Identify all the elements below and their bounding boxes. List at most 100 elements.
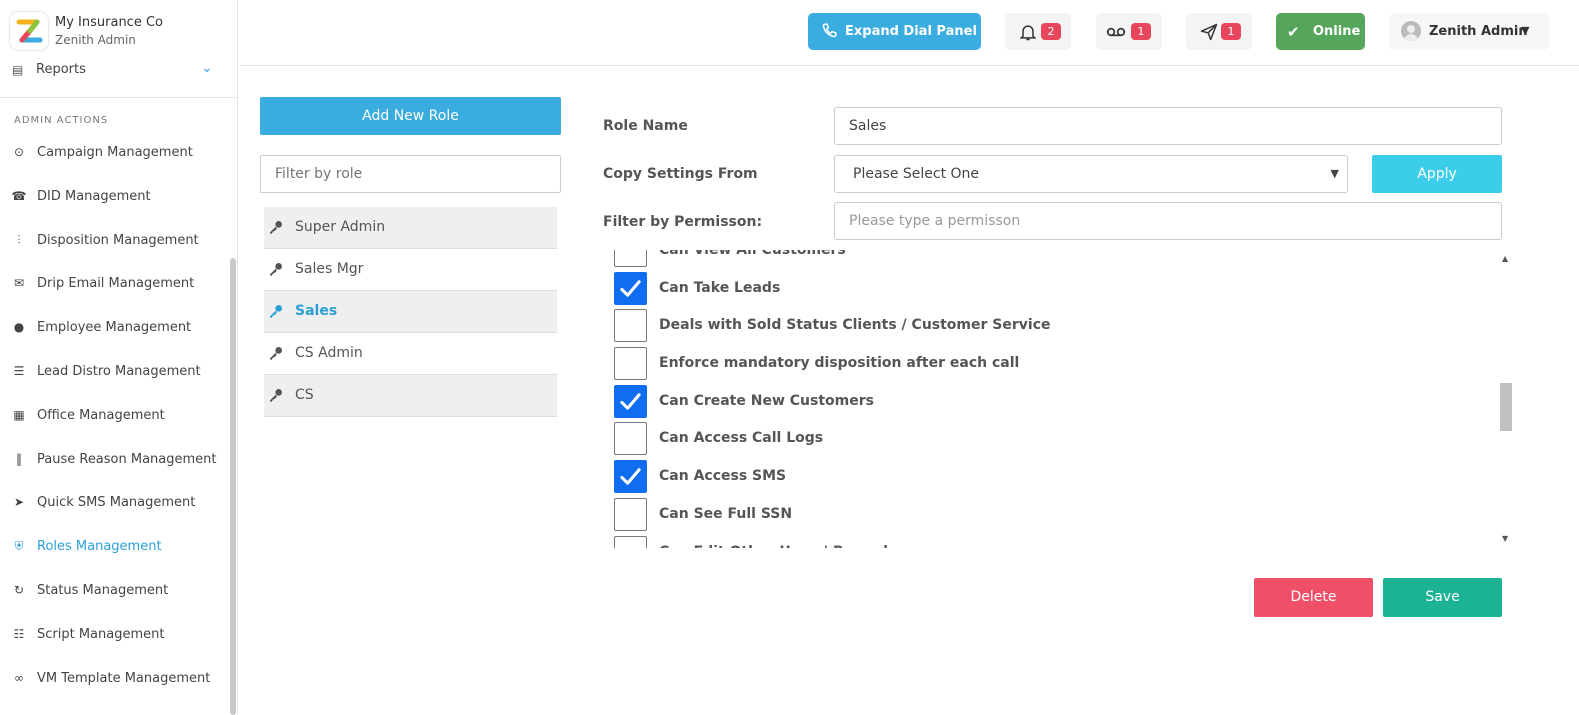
traffic-light-icon: ☰ [13, 364, 25, 378]
role-name-label: Role Name [603, 118, 688, 134]
role-item[interactable]: CS [264, 375, 557, 417]
sidebar-item[interactable]: ✉ Drip Email Management [0, 270, 230, 300]
sidebar-item[interactable]: ☰ Lead Distro Management [0, 358, 230, 388]
filter-permission-input[interactable]: Please type a permisson [834, 202, 1502, 240]
copy-settings-label: Copy Settings From [603, 166, 758, 182]
messages-button[interactable]: 1 [1186, 13, 1252, 50]
sidebar-item[interactable]: ☷ Script Management [0, 621, 230, 651]
sidebar-item[interactable]: ● Employee Management [0, 314, 230, 344]
role-item-label: Sales [295, 303, 338, 319]
permission-checkbox[interactable] [614, 309, 647, 343]
sidebar-item-reports[interactable]: ▤ Reports ⌄ [0, 58, 237, 98]
expand-dial-panel-label: Expand Dial Panel [845, 24, 977, 39]
permission-item: Can Take Leads [603, 270, 1493, 308]
brand: My Insurance Co Zenith Admin [0, 0, 237, 62]
role-item[interactable]: CS Admin [264, 333, 557, 375]
sidebar-item-label: Lead Distro Management [37, 364, 201, 379]
permission-item: Can View All Customers [603, 250, 1493, 270]
role-item[interactable]: Sales [264, 291, 557, 333]
sidebar-item[interactable]: ↻ Status Management [0, 577, 230, 607]
scroll-down-icon[interactable]: ▼ [1502, 534, 1508, 543]
role-list: Super Admin Sales Mgr Sales CS Admin CS [264, 207, 557, 417]
permission-checkbox[interactable] [614, 250, 647, 267]
key-icon [268, 303, 284, 319]
sidebar-item[interactable]: ∞ VM Template Management [0, 665, 230, 695]
sidebar-item-label: Campaign Management [37, 145, 193, 160]
notifications-badge: 2 [1041, 23, 1061, 40]
top-header: Expand Dial Panel 2 1 1 ✔ Online Zenith … [239, 0, 1579, 66]
document-icon: ☷ [13, 626, 25, 641]
user-icon: ● [13, 320, 25, 335]
save-button[interactable]: Save [1383, 578, 1502, 617]
permission-label: Can View All Customers [659, 250, 846, 258]
apply-button[interactable]: Apply [1372, 155, 1502, 193]
role-item[interactable]: Sales Mgr [264, 249, 557, 291]
sidebar-item-label: Pause Reason Management [37, 451, 217, 467]
caret-down-icon: ▼ [1521, 24, 1530, 37]
avatar [1401, 21, 1421, 41]
check-icon: ✔ [1287, 23, 1300, 41]
broadcast-icon: ⊙ [13, 145, 25, 159]
check-icon [620, 393, 641, 410]
sidebar-item-label: VM Template Management [37, 670, 211, 686]
filter-by-role-input[interactable] [260, 155, 561, 193]
sidebar-item-label: DID Management [37, 188, 151, 204]
permission-checkbox[interactable] [614, 271, 647, 305]
sidebar-item[interactable]: ➤ Quick SMS Management [0, 489, 230, 519]
voicemail-button[interactable]: 1 [1096, 13, 1162, 50]
user-name: Zenith Admin [1429, 24, 1528, 39]
section-title-admin-actions: ADMIN ACTIONS [14, 115, 109, 126]
sidebar-item[interactable]: ⊙ Campaign Management [0, 139, 230, 169]
company-subtitle: Zenith Admin [55, 33, 136, 47]
sidebar-item[interactable]: ⫶ Disposition Management [0, 227, 230, 257]
copy-settings-value: Please Select One [853, 166, 980, 182]
sidebar-item-label: Reports [36, 62, 86, 77]
voicemail-badge: 1 [1131, 23, 1151, 40]
phone-icon [822, 23, 837, 38]
role-name-input[interactable]: Sales [834, 107, 1502, 145]
delete-button[interactable]: Delete [1254, 578, 1373, 617]
send-icon [1200, 23, 1218, 41]
permission-label: Can See Full SSN [659, 505, 793, 522]
sidebar-item[interactable]: ⛨ Roles Management [0, 533, 230, 563]
permission-checkbox[interactable] [614, 535, 647, 548]
permissions-scrollbar[interactable]: ▲ ▼ [1497, 250, 1515, 548]
company-logo[interactable] [10, 12, 48, 50]
permission-label: Can Edit Other Users' Records [659, 544, 896, 549]
sidebar-item-label: Office Management [37, 407, 165, 423]
sidebar-scrollbar[interactable] [230, 258, 236, 715]
permission-checkbox[interactable] [614, 384, 647, 418]
user-menu[interactable]: Zenith Admin ▼ [1389, 13, 1549, 50]
online-status-label: Online [1313, 24, 1361, 39]
chevron-down-icon: ▼ [1330, 167, 1339, 180]
check-icon [620, 468, 641, 485]
notifications-button[interactable]: 2 [1005, 13, 1071, 50]
permission-checkbox[interactable] [614, 422, 647, 456]
permission-checkbox[interactable] [614, 347, 647, 381]
send-icon: ➤ [13, 495, 25, 510]
sidebar-item-label: Script Management [37, 626, 165, 642]
scroll-up-icon[interactable]: ▲ [1502, 254, 1508, 263]
permission-label: Enforce mandatory disposition after each… [659, 355, 1020, 372]
voicemail-icon: ∞ [14, 670, 24, 685]
sidebar-item[interactable]: ▦ Office Management [0, 402, 230, 432]
building-icon: ▦ [13, 407, 25, 422]
refresh-icon: ↻ [13, 583, 25, 597]
add-new-role-button[interactable]: Add New Role [260, 97, 561, 135]
scrollbar-thumb[interactable] [1500, 383, 1512, 431]
expand-dial-panel-button[interactable]: Expand Dial Panel [808, 13, 981, 50]
online-status-button[interactable]: ✔ Online [1276, 13, 1365, 50]
permission-checkbox[interactable] [614, 497, 647, 531]
chevron-down-icon[interactable]: ⌄ [201, 60, 213, 76]
report-search-icon: ▤ [12, 63, 24, 77]
sidebar-item[interactable]: ‖ Pause Reason Management [0, 446, 230, 476]
voicemail-icon [1106, 27, 1126, 37]
messages-badge: 1 [1221, 23, 1241, 40]
role-item[interactable]: Super Admin [264, 207, 557, 249]
sidebar-item[interactable]: ☎ DID Management [0, 183, 230, 213]
bell-icon [1019, 25, 1037, 41]
permissions-list: Can View All Customers Can Take Leads Deal… [603, 250, 1515, 548]
filter-permission-label: Filter by Permisson: [603, 214, 763, 230]
permission-checkbox[interactable] [614, 460, 647, 494]
copy-settings-select[interactable]: Please Select One ▼ [834, 155, 1348, 193]
